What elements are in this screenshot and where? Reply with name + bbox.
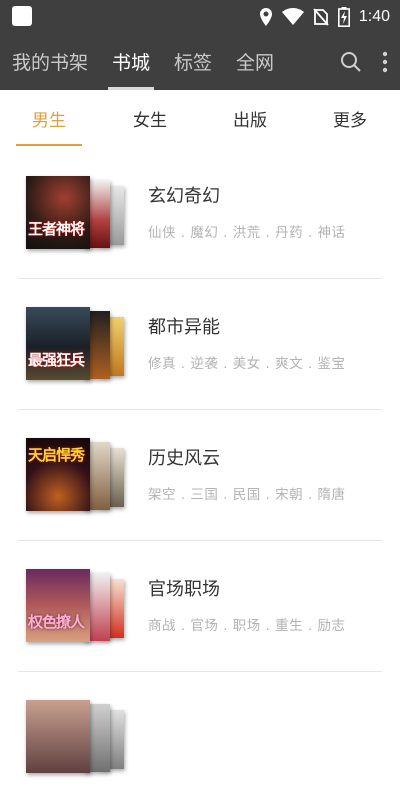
category-tags: 架空 . 三国 . 民国 . 宋朝 . 隋唐 bbox=[148, 487, 346, 503]
no-sim-icon bbox=[313, 8, 329, 26]
cover-stack: 天启悍秀 bbox=[26, 438, 126, 513]
category-title: 都市异能 bbox=[148, 317, 220, 338]
book-cover: 最强狂兵 bbox=[26, 307, 90, 380]
top-nav: 我的书架 书城 标签 全网 bbox=[0, 33, 286, 90]
location-icon bbox=[259, 8, 272, 26]
book-cover: 王者神将 bbox=[26, 176, 90, 249]
tab-bookstore[interactable]: 书城 bbox=[100, 33, 162, 90]
cover-stack: 权色撩人 bbox=[26, 569, 126, 644]
active-tab-indicator bbox=[16, 144, 82, 146]
tab-whole-web[interactable]: 全网 bbox=[224, 33, 286, 90]
more-vertical-icon[interactable] bbox=[382, 50, 388, 74]
subtab-more[interactable]: 更多 bbox=[317, 90, 383, 146]
cover-stack: 王者神将 bbox=[26, 176, 126, 251]
cover-title-art: 最强狂兵 bbox=[28, 351, 85, 369]
book-cover: 权色撩人 bbox=[26, 569, 90, 642]
category-row-partial[interactable] bbox=[0, 672, 400, 803]
category-row-urban[interactable]: 最强狂兵 都市异能 修真 . 逆袭 . 美女 . 爽文 . 鉴宝 bbox=[0, 279, 400, 410]
wifi-icon bbox=[281, 8, 304, 25]
status-icons: 1:40 bbox=[259, 5, 390, 29]
search-icon[interactable] bbox=[340, 51, 362, 73]
tab-my-bookshelf[interactable]: 我的书架 bbox=[0, 33, 100, 90]
category-row-fantasy[interactable]: 王者神将 玄幻奇幻 仙侠 . 魔幻 . 洪荒 . 丹药 . 神话 bbox=[0, 148, 400, 279]
subtab-publish[interactable]: 出版 bbox=[217, 90, 283, 146]
cover-title-art: 天启悍秀 bbox=[28, 446, 85, 464]
category-title: 历史风云 bbox=[148, 448, 220, 469]
status-bar: 1:40 bbox=[0, 0, 400, 33]
clock: 1:40 bbox=[358, 8, 390, 25]
category-tags: 修真 . 逆袭 . 美女 . 爽文 . 鉴宝 bbox=[148, 356, 346, 372]
cover-stack: 最强狂兵 bbox=[26, 307, 126, 382]
category-tags: 仙侠 . 魔幻 . 洪荒 . 丹药 . 神话 bbox=[148, 225, 346, 241]
subtab-female[interactable]: 女生 bbox=[117, 90, 183, 146]
category-title: 官场职场 bbox=[148, 579, 220, 600]
battery-charging-icon bbox=[337, 7, 350, 27]
category-row-history[interactable]: 天启悍秀 历史风云 架空 . 三国 . 民国 . 宋朝 . 隋唐 bbox=[0, 410, 400, 541]
category-list: 王者神将 玄幻奇幻 仙侠 . 魔幻 . 洪荒 . 丹药 . 神话 最强狂兵 都市… bbox=[0, 148, 400, 803]
category-tags: 商战 . 官场 . 职场 . 重生 . 励志 bbox=[148, 618, 346, 634]
cover-title-art: 王者神将 bbox=[28, 220, 85, 238]
app-actions bbox=[340, 33, 388, 90]
category-tabs: 男生 女生 出版 更多 bbox=[0, 90, 400, 148]
tab-tags[interactable]: 标签 bbox=[162, 33, 224, 90]
book-cover: 天启悍秀 bbox=[26, 438, 90, 511]
app-bar: 我的书架 书城 标签 全网 bbox=[0, 33, 400, 90]
category-title: 玄幻奇幻 bbox=[148, 186, 220, 207]
category-row-officialdom[interactable]: 权色撩人 官场职场 商战 . 官场 . 职场 . 重生 . 励志 bbox=[0, 541, 400, 672]
notification-icon bbox=[12, 6, 32, 26]
cover-title-art: 权色撩人 bbox=[28, 613, 85, 631]
cover-stack bbox=[26, 700, 126, 775]
subtab-male[interactable]: 男生 bbox=[16, 90, 82, 146]
